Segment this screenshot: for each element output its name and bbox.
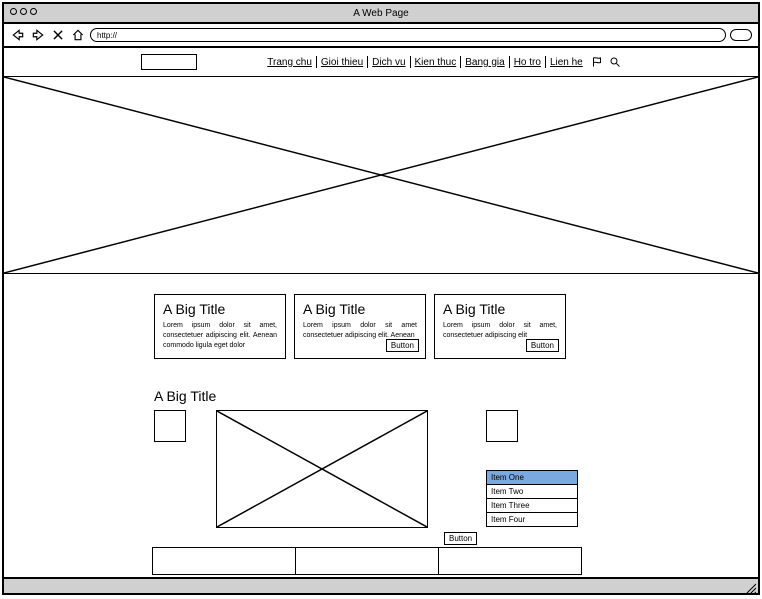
flag-icon[interactable] [591, 56, 603, 68]
home-icon[interactable] [70, 28, 86, 42]
feature-card: A Big Title Lorem ipsum dolor sit amet c… [294, 294, 426, 359]
card-text: Lorem ipsum dolor sit amet, consectetuer… [163, 321, 277, 350]
card-text: Lorem ipsum dolor sit amet, consectetuer… [443, 321, 557, 341]
nav-link[interactable]: Kien thuc [413, 57, 459, 68]
feature-card: A Big Title Lorem ipsum dolor sit amet, … [154, 294, 286, 359]
browser-window: A Web Page http:// Trang chu Gioi thieu … [2, 2, 760, 595]
back-icon[interactable] [10, 28, 26, 42]
stop-icon[interactable] [50, 28, 66, 42]
thumbnail-placeholder[interactable] [154, 410, 186, 442]
card-title: A Big Title [303, 301, 417, 317]
list-item[interactable]: Item Two [487, 485, 577, 499]
section-title: A Big Title [154, 388, 216, 404]
card-button[interactable]: Button [526, 339, 559, 352]
window-dot[interactable] [10, 8, 17, 15]
list-item[interactable]: Item Three [487, 499, 577, 513]
go-button[interactable] [730, 29, 752, 41]
thumbnail-placeholder[interactable] [486, 410, 518, 442]
page-content: Trang chu Gioi thieu Dich vu Kien thuc B… [4, 48, 758, 575]
footer-columns [152, 547, 582, 575]
search-icon[interactable] [609, 56, 621, 68]
nav-link[interactable]: Trang chu [265, 57, 314, 68]
titlebar: A Web Page [4, 4, 758, 24]
statusbar [4, 577, 758, 593]
video-placeholder[interactable] [216, 410, 428, 528]
window-dot[interactable] [30, 8, 37, 15]
site-header: Trang chu Gioi thieu Dich vu Kien thuc B… [4, 48, 758, 76]
card-button[interactable]: Button [386, 339, 419, 352]
footer-col [439, 548, 581, 574]
list-item[interactable]: Item One [487, 471, 577, 485]
browser-toolbar: http:// [4, 24, 758, 48]
nav-link[interactable]: Ho tro [512, 57, 543, 68]
hero-image-placeholder [4, 76, 758, 274]
url-text: http:// [97, 31, 117, 40]
section-button[interactable]: Button [444, 532, 477, 545]
nav-link[interactable]: Lien he [548, 57, 585, 68]
listbox[interactable]: Item One Item Two Item Three Item Four [486, 470, 578, 527]
logo-placeholder[interactable] [141, 54, 197, 70]
nav-link[interactable]: Gioi thieu [319, 57, 365, 68]
card-title: A Big Title [443, 301, 557, 317]
resize-grip-icon[interactable] [744, 581, 756, 593]
list-item[interactable]: Item Four [487, 513, 577, 526]
nav-link[interactable]: Dich vu [370, 57, 407, 68]
card-title: A Big Title [163, 301, 277, 317]
forward-icon[interactable] [30, 28, 46, 42]
window-title: A Web Page [4, 4, 758, 24]
window-dot[interactable] [20, 8, 27, 15]
url-input[interactable]: http:// [90, 28, 726, 42]
footer-col [296, 548, 439, 574]
media-row [154, 410, 518, 528]
feature-card: A Big Title Lorem ipsum dolor sit amet, … [434, 294, 566, 359]
nav-link[interactable]: Bang gia [463, 57, 506, 68]
footer-col [153, 548, 296, 574]
main-nav: Trang chu Gioi thieu Dich vu Kien thuc B… [265, 56, 621, 68]
cards-row: A Big Title Lorem ipsum dolor sit amet, … [154, 294, 566, 359]
card-text: Lorem ipsum dolor sit amet consectetuer … [303, 321, 417, 341]
window-controls[interactable] [10, 8, 37, 15]
